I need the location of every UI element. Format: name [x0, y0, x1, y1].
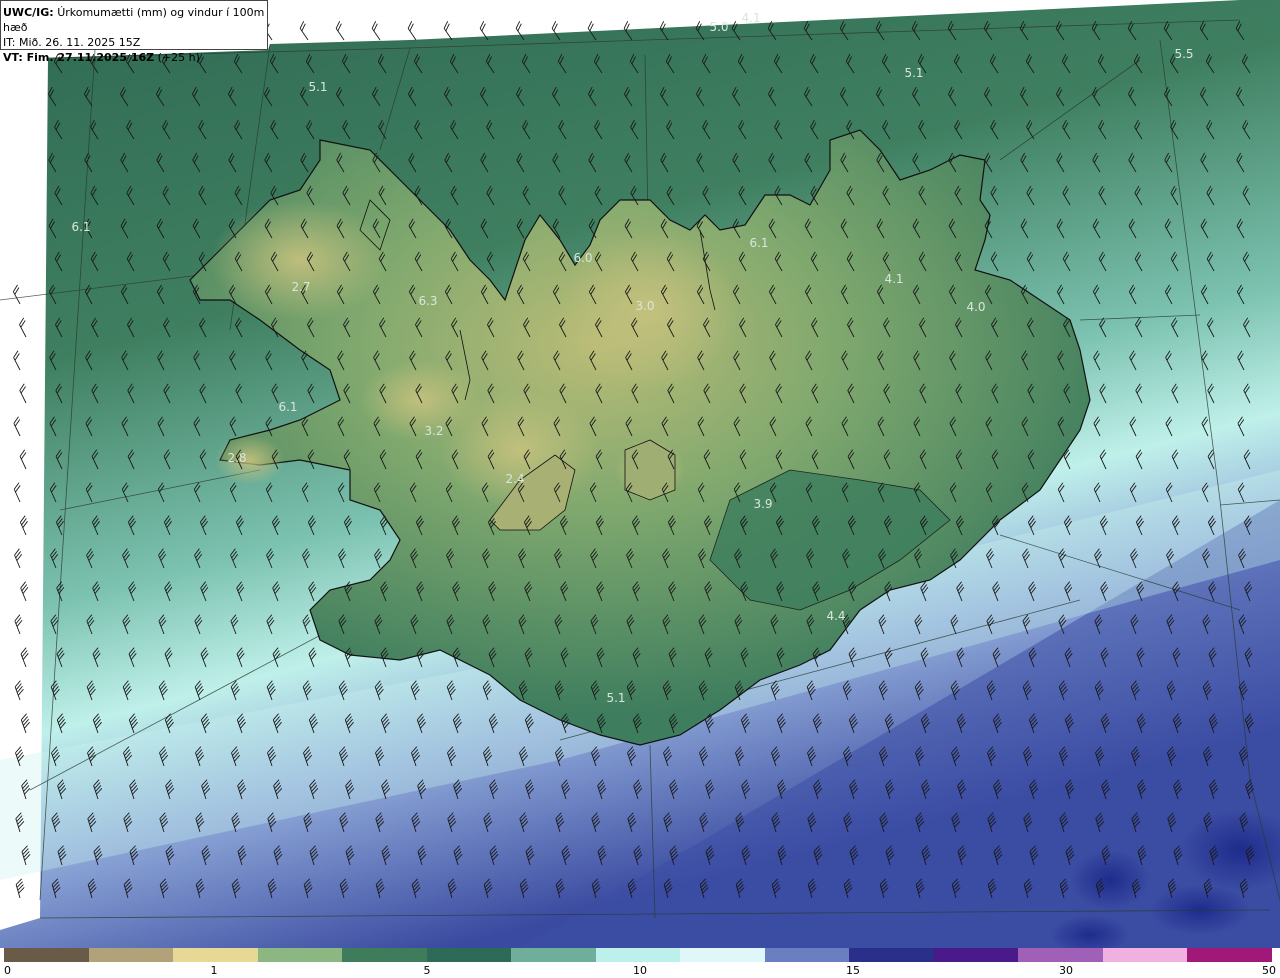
- wind-barb-shape: [443, 20, 453, 41]
- wind-barb-shape: [371, 20, 381, 41]
- colorbar-tick: 1: [210, 964, 218, 977]
- map-value-label: 6.0: [573, 251, 593, 265]
- wind-barb-shape: [15, 878, 25, 899]
- colorbar-tick: 15: [846, 964, 860, 977]
- wind-barb: [335, 20, 345, 41]
- wind-barb: [15, 878, 25, 899]
- valid-time: VT: Fim. 27.11.2025 16Z: [3, 51, 155, 64]
- wind-barb: [19, 515, 28, 536]
- map-value-label: 4.1: [741, 11, 761, 25]
- wind-barb: [299, 20, 309, 41]
- wind-barb-shape: [13, 482, 21, 503]
- wind-barb: [12, 284, 21, 305]
- wind-barb: [371, 20, 381, 41]
- map-header: UWC/IG: Úrkomumætti (mm) og vindur í 100…: [0, 0, 268, 64]
- map-value-label: 5.0: [709, 20, 729, 34]
- map-value-label: 5.1: [606, 691, 626, 705]
- map-value-label: 3.9: [753, 497, 773, 511]
- valid-line: VT: Fim. 27.11.2025 16Z (+25 h): [3, 50, 267, 65]
- colorbar-segment: [1187, 948, 1272, 962]
- wind-barb-shape: [19, 383, 27, 404]
- map-value-label: 5.1: [308, 80, 328, 94]
- colorbar-segment: [511, 948, 596, 962]
- wind-barb: [19, 317, 27, 338]
- wind-barb: [407, 20, 417, 41]
- init-time: IT: Mið. 26. 11. 2025 15Z: [3, 36, 141, 49]
- wind-barb-shape: [335, 20, 345, 41]
- weather-map: 5.0 4.1 5.5 5.1 5.1 6.1 2.7 6.3 6.0 3.0 …: [0, 0, 1280, 948]
- wind-barb: [14, 680, 24, 701]
- map-value-label: 2.4: [505, 472, 525, 486]
- colorbar-tick: 50: [1262, 964, 1276, 977]
- wind-barb-shape: [14, 548, 23, 569]
- product-line: UWC/IG: Úrkomumætti (mm) og vindur í 100…: [3, 5, 267, 35]
- wind-barb: [14, 614, 23, 635]
- wind-barb-shape: [20, 581, 29, 602]
- colorbar-segment: [426, 948, 512, 962]
- colorbar-segment: [4, 948, 89, 962]
- wind-barb-shape: [299, 20, 309, 41]
- lead-time: (+25 h): [157, 51, 200, 64]
- map-value-label: 4.1: [884, 272, 904, 286]
- sea-blob: [1070, 850, 1150, 910]
- wind-barb: [19, 449, 27, 470]
- wind-barb-shape: [13, 416, 21, 437]
- highland-blob: [360, 360, 480, 440]
- colorbar-tick: 30: [1059, 964, 1073, 977]
- colorbar-segment: [342, 948, 427, 962]
- wind-barb-shape: [12, 284, 21, 305]
- wind-barb-shape: [20, 713, 30, 734]
- colorbar-segment: [257, 948, 343, 962]
- colorbar-segment: [88, 948, 174, 962]
- map-value-label: 4.4: [826, 609, 846, 623]
- map-value-label: 2.7: [291, 280, 311, 294]
- wind-barb-shape: [19, 317, 27, 338]
- product-code: UWC/IG:: [3, 6, 54, 19]
- map-value-label: 5.1: [904, 66, 924, 80]
- colorbar-segment: [764, 948, 850, 962]
- colorbar-segment: [1102, 948, 1188, 962]
- map-value-label: 4.0: [966, 300, 986, 314]
- map-value-label: 3.2: [424, 424, 444, 438]
- wind-barb-shape: [20, 647, 29, 668]
- wind-barb: [20, 713, 30, 734]
- highland-blob: [215, 435, 285, 485]
- wind-barb-shape: [14, 680, 24, 701]
- map-value-label: 6.1: [749, 236, 769, 250]
- colorbar-segment: [680, 948, 765, 962]
- colorbar: [4, 948, 1272, 962]
- colorbar-segment: [595, 948, 681, 962]
- wind-barb: [13, 350, 21, 371]
- colorbar-segment: [933, 948, 1019, 962]
- colorbar-tick: 10: [633, 964, 647, 977]
- colorbar-segment: [1018, 948, 1103, 962]
- map-value-label: 6.3: [418, 294, 438, 308]
- wind-barb-shape: [19, 449, 27, 470]
- wind-barb: [20, 647, 29, 668]
- map-value-label: 5.5: [1174, 47, 1194, 61]
- wind-barb: [13, 416, 21, 437]
- colorbar-segment: [173, 948, 258, 962]
- wind-barb: [443, 20, 453, 41]
- map-value-label: 3.0: [635, 299, 655, 313]
- colorbar-legend: 0 1 5 10 15 30 50: [0, 948, 1280, 978]
- wind-barb: [19, 383, 27, 404]
- wind-barb-shape: [19, 515, 28, 536]
- wind-barb-shape: [13, 350, 21, 371]
- wind-barb: [14, 548, 23, 569]
- colorbar-segment: [849, 948, 934, 962]
- wind-barb: [13, 482, 21, 503]
- map-value-label: 2.8: [227, 451, 247, 465]
- colorbar-tick: 5: [423, 964, 431, 977]
- map-value-label: 6.1: [278, 400, 298, 414]
- map-canvas: [0, 0, 1280, 948]
- map-value-label: 6.1: [71, 220, 91, 234]
- wind-barb-shape: [14, 614, 23, 635]
- colorbar-tick: 0: [4, 964, 11, 977]
- wind-barb-shape: [407, 20, 417, 41]
- wind-barb: [20, 581, 29, 602]
